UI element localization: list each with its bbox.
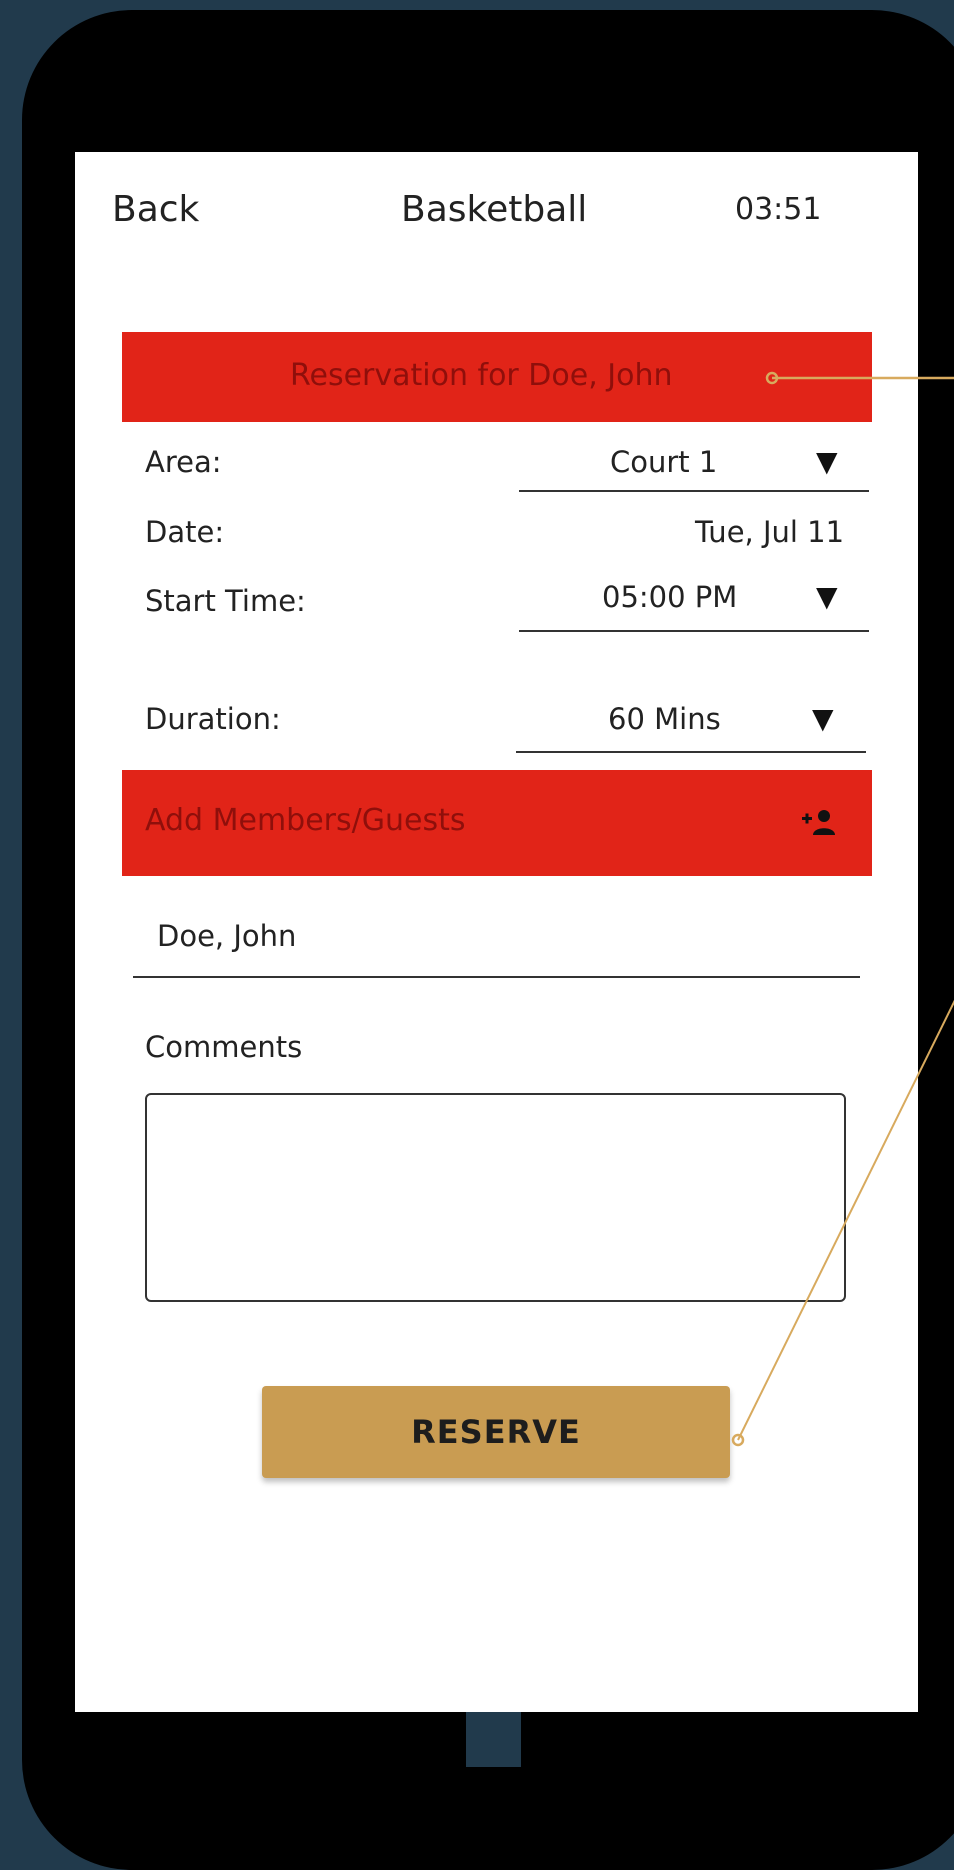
date-value: Tue, Jul 11	[695, 515, 845, 549]
add-members-label: Add Members/Guests	[145, 803, 466, 838]
page-title: Basketball	[401, 189, 588, 230]
area-label: Area:	[145, 445, 222, 479]
duration-select[interactable]: 60 Mins ▼	[516, 687, 868, 753]
duration-label: Duration:	[145, 702, 281, 736]
member-underline	[133, 976, 860, 978]
area-underline	[519, 490, 869, 492]
reservation-banner: Reservation for Doe, John	[122, 332, 872, 422]
reservation-banner-text: Reservation for Doe, John	[290, 358, 673, 393]
app-screen: Back Basketball 03:51 Reservation for Do…	[75, 152, 918, 1712]
area-select[interactable]: Court 1 ▼	[519, 432, 871, 492]
back-button[interactable]: Back	[112, 189, 199, 230]
start-time-label: Start Time:	[145, 584, 306, 618]
date-label: Date:	[145, 515, 225, 549]
start-time-underline	[519, 630, 869, 632]
duration-value: 60 Mins	[608, 702, 721, 736]
duration-dropdown-icon: ▼	[812, 702, 834, 735]
start-time-dropdown-icon: ▼	[816, 580, 838, 613]
home-button[interactable]	[466, 1712, 521, 1767]
duration-underline	[516, 751, 866, 753]
start-time-select[interactable]: 05:00 PM ▼	[519, 567, 871, 633]
comments-textarea[interactable]	[145, 1093, 846, 1302]
area-dropdown-icon: ▼	[816, 445, 838, 478]
member-name[interactable]: Doe, John	[157, 919, 296, 953]
start-time-value: 05:00 PM	[602, 580, 738, 614]
add-members-banner[interactable]: Add Members/Guests	[122, 770, 872, 876]
comments-label: Comments	[145, 1030, 303, 1064]
clock-time: 03:51	[735, 192, 822, 227]
add-person-icon[interactable]	[800, 808, 836, 836]
area-value: Court 1	[610, 445, 718, 479]
reserve-button[interactable]: RESERVE	[262, 1386, 730, 1478]
